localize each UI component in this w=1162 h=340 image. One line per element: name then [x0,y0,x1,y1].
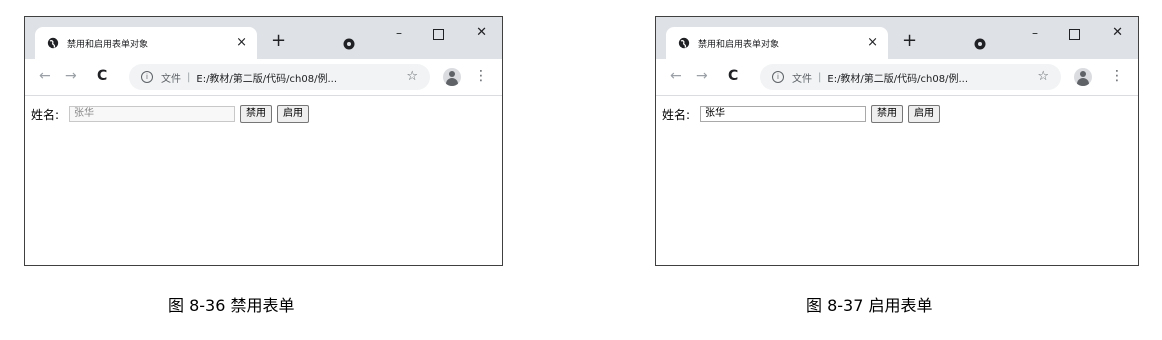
forward-icon[interactable]: → [65,68,77,84]
separator: | [187,71,191,83]
separator: | [818,71,822,83]
tab-title: 禁用和启用表单对象 [67,39,149,50]
star-icon[interactable]: ☆ [406,69,418,85]
disable-button[interactable]: 禁用 [871,105,904,123]
info-icon[interactable]: i [772,71,784,83]
browser-tab[interactable]: 禁用和启用表单对象 × [35,27,257,59]
title-bar: 禁用和启用表单对象 × + – ✕ [656,17,1138,59]
globe-icon [47,37,59,49]
enable-button[interactable]: 启用 [908,105,941,123]
url-text[interactable]: E:/教材/第二版/代码/ch08/例... [196,70,337,85]
minimize-icon[interactable]: – [1032,26,1038,40]
page-content: 姓名: 张华 禁用 启用 [656,96,1138,265]
browser-window: 禁用和启用表单对象 × + – ✕ ← → C i 文件 | E:/教材/第二版… [655,16,1139,266]
close-icon[interactable]: ✕ [1112,26,1123,40]
tab-close-icon[interactable]: × [236,34,247,52]
disable-button[interactable]: 禁用 [240,105,273,123]
new-tab-icon[interactable]: + [271,32,286,50]
name-label: 姓名: [662,107,691,122]
forward-icon[interactable]: → [696,68,708,84]
maximize-icon[interactable] [433,29,444,40]
address-bar[interactable]: i 文件 | E:/教材/第二版/代码/ch08/例... ☆ [129,64,430,90]
menu-icon[interactable]: ⋮ [1110,69,1124,83]
tab-close-icon[interactable]: × [867,34,878,52]
reload-icon[interactable]: C [728,68,738,84]
file-label: 文件 [161,73,181,85]
menu-icon[interactable]: ⋮ [474,69,488,83]
address-bar[interactable]: i 文件 | E:/教材/第二版/代码/ch08/例... ☆ [760,64,1061,90]
back-icon[interactable]: ← [670,68,682,84]
browser-toolbar: ← → C i 文件 | E:/教材/第二版/代码/ch08/例... ☆ ⋮ [25,59,502,96]
page-content: 姓名: 张华 禁用 启用 [25,96,502,265]
figure-enabled-form: 禁用和启用表单对象 × + – ✕ ← → C i 文件 | E:/教材/第二版… [655,0,1139,266]
figure-caption: 图 8-36 禁用表单 [168,296,295,315]
new-tab-icon[interactable]: + [902,32,917,50]
name-input[interactable]: 张华 [700,106,867,122]
maximize-icon[interactable] [1069,29,1080,40]
globe-icon [678,37,690,49]
name-label: 姓名: [31,107,60,122]
url-text[interactable]: E:/教材/第二版/代码/ch08/例... [827,70,968,85]
browser-toolbar: ← → C i 文件 | E:/教材/第二版/代码/ch08/例... ☆ ⋮ [656,59,1138,96]
name-form-row: 姓名: 张华 禁用 启用 [31,105,310,123]
minimize-icon[interactable]: – [396,26,402,40]
browser-window: 禁用和启用表单对象 × + – ✕ ← → C i 文件 | E:/教材/第二版… [24,16,503,266]
browser-tab[interactable]: 禁用和启用表单对象 × [666,27,888,59]
back-icon[interactable]: ← [39,68,51,84]
enable-button[interactable]: 启用 [277,105,310,123]
figure-disabled-form: 禁用和启用表单对象 × + – ✕ ← → C i 文件 | E:/教材/第二版… [24,0,503,266]
star-icon[interactable]: ☆ [1037,69,1049,85]
profile-icon[interactable] [1074,68,1092,86]
profile-icon[interactable] [443,68,461,86]
file-label: 文件 [792,73,812,85]
reload-icon[interactable]: C [97,68,107,84]
title-bar: 禁用和启用表单对象 × + – ✕ [25,17,502,59]
name-input: 张华 [69,106,236,122]
name-form-row: 姓名: 张华 禁用 启用 [662,105,941,123]
tab-search-icon[interactable] [343,38,355,50]
tab-title: 禁用和启用表单对象 [698,39,780,50]
figure-caption: 图 8-37 启用表单 [806,296,933,315]
close-icon[interactable]: ✕ [476,26,487,40]
info-icon[interactable]: i [141,71,153,83]
tab-search-icon[interactable] [974,38,986,50]
